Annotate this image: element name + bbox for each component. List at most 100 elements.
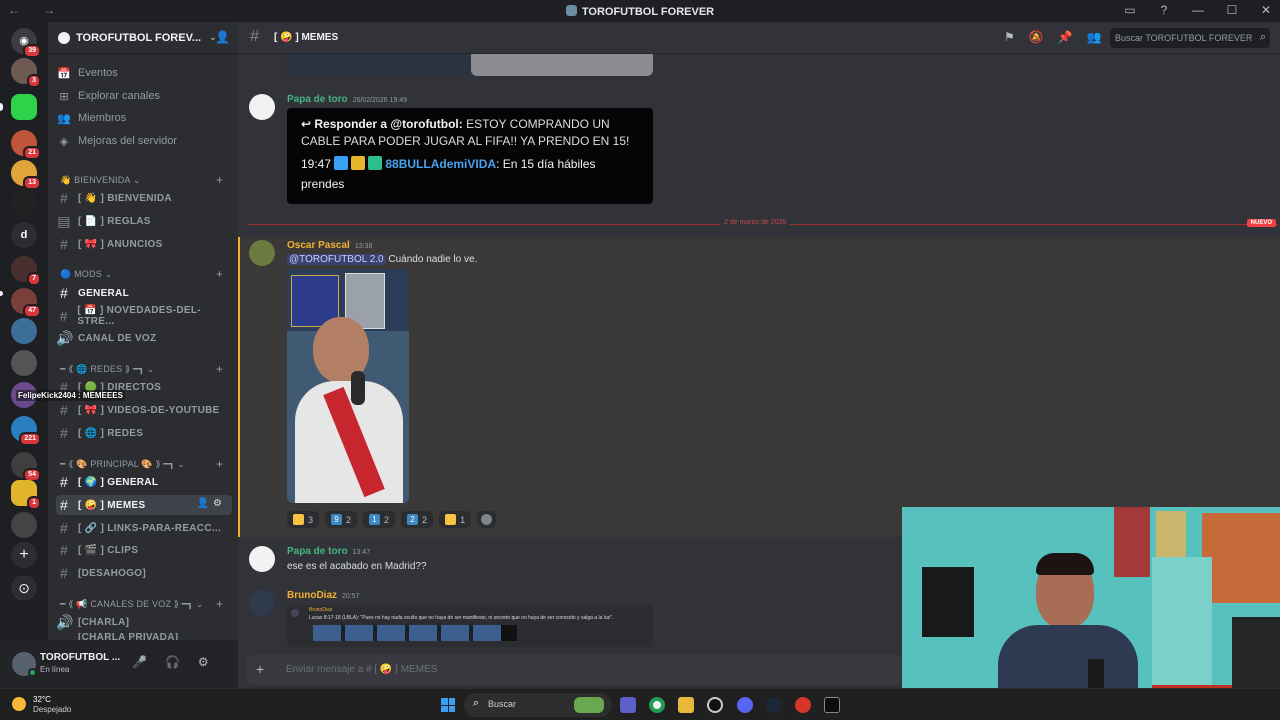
- windows-start-icon[interactable]: [441, 698, 455, 712]
- nav-browse-channels[interactable]: ⊞ Explorar canales: [56, 86, 232, 106]
- mute-icon[interactable]: 🔕: [1029, 30, 1044, 44]
- message-composer[interactable]: + Enviar mensaje a # [ 🤪 ] MEMES: [246, 655, 902, 685]
- channel-novedades[interactable]: #[ 📅 ] NOVEDADES-DEL-STRE...: [56, 305, 232, 327]
- add-reaction-button[interactable]: [477, 511, 497, 528]
- header-tools: ⚑ 🔕 📌 👥: [1004, 30, 1102, 44]
- server-icon[interactable]: [11, 190, 37, 216]
- channel-clips[interactable]: #[ 🎬 ] CLIPS: [56, 540, 232, 560]
- channel-videos-de-youtube[interactable]: #[ 🎀 ] VIDEOS-DE-YOUTUBE: [56, 400, 232, 420]
- search-input[interactable]: Buscar TOROFUTBOL FOREVER ⌕: [1110, 28, 1270, 48]
- laughing-emoji-icon: [293, 514, 304, 525]
- nav-events[interactable]: 📅 Eventos: [56, 63, 232, 83]
- channel-desahogo[interactable]: # [DESAHOGO]: [56, 563, 232, 583]
- server-icon[interactable]: [11, 318, 37, 344]
- category-canales-de-voz[interactable]: ━ ⟪ 📢 CANALES DE VOZ ⟫ ━┓ ⌄ +: [60, 597, 223, 611]
- add-channel-icon[interactable]: +: [216, 362, 223, 376]
- channel-bienvenida[interactable]: #[ 👋 ] BIENVENIDA: [56, 188, 232, 208]
- category-bienvenida[interactable]: 👋 BIENVENIDA ⌄ +: [60, 173, 223, 187]
- server-icon[interactable]: 13: [11, 160, 41, 190]
- inbox-icon[interactable]: ▭: [1122, 3, 1138, 17]
- reaction-one[interactable]: 12: [363, 511, 396, 528]
- channel-charla[interactable]: 🔊 [CHARLA]: [56, 612, 232, 632]
- taskbar-search-input[interactable]: ⌕ Buscar: [464, 693, 612, 717]
- teams-icon[interactable]: [620, 697, 636, 713]
- category-redes[interactable]: ━ ⟪ 🌐 REDES ⟫ ━┓ ⌄ +: [60, 362, 223, 376]
- invite-icon[interactable]: 👤: [215, 30, 230, 44]
- steam-icon[interactable]: [766, 697, 782, 713]
- selected-pill: [0, 103, 3, 111]
- add-server-icon[interactable]: +: [11, 542, 37, 568]
- avatar[interactable]: [249, 94, 275, 120]
- message-author[interactable]: Papa de toro 13:47: [287, 546, 370, 557]
- reaction-rofl[interactable]: 1: [439, 511, 472, 528]
- user-name[interactable]: TOROFUTBOL ...: [40, 652, 120, 663]
- category-principal[interactable]: ━ ⟪ 🎨 PRINCIPAL 🎨 ⟫ ━┓ ⌄ +: [60, 457, 223, 471]
- server-icon[interactable]: [11, 94, 37, 120]
- avatar[interactable]: [249, 546, 275, 572]
- attach-plus-icon[interactable]: +: [256, 661, 264, 677]
- obs-icon[interactable]: [707, 697, 723, 713]
- server-header[interactable]: TOROFUTBOL FOREV... ⌄ 👤: [48, 22, 238, 54]
- members-icon[interactable]: 👥: [1087, 30, 1102, 44]
- server-icon[interactable]: [11, 512, 37, 538]
- chrome-icon[interactable]: [649, 697, 665, 713]
- reaction-nine[interactable]: 92: [325, 511, 358, 528]
- mention[interactable]: @TOROFUTBOL 2.0: [287, 254, 386, 265]
- app-icon[interactable]: [795, 697, 811, 713]
- channel-redes[interactable]: #[ 🌐 ] REDES: [56, 423, 232, 443]
- message-embed[interactable]: BrunoDiaz Lucas 8:17-18 (LBLA): "Pues no…: [287, 605, 653, 647]
- nav-members[interactable]: 👥 Miembros: [56, 108, 232, 128]
- add-channel-icon[interactable]: +: [216, 597, 223, 611]
- channel-links[interactable]: #[ 🔗 ] LINKS-PARA-REACC...: [56, 518, 232, 538]
- file-explorer-icon[interactable]: [678, 697, 694, 713]
- message-author[interactable]: Papa de toro 26/02/2026 19:49: [287, 94, 407, 105]
- help-icon[interactable]: ?: [1156, 3, 1172, 17]
- server-icon[interactable]: 54: [11, 452, 41, 482]
- server-icon[interactable]: 1: [11, 480, 41, 510]
- server-icon[interactable]: 7: [11, 256, 41, 286]
- rofl-emoji-icon: [445, 514, 457, 525]
- avatar[interactable]: [249, 590, 275, 616]
- server-icon[interactable]: [11, 350, 37, 376]
- hash-icon: #: [59, 402, 69, 418]
- message-author[interactable]: BrunoDiaz 20:57: [287, 590, 360, 601]
- maximize-button[interactable]: ☐: [1224, 3, 1240, 17]
- discord-icon[interactable]: [737, 697, 753, 713]
- terminal-icon[interactable]: [824, 697, 840, 713]
- gear-icon[interactable]: ⚙: [198, 655, 209, 669]
- server-icon[interactable]: 3: [11, 58, 41, 88]
- server-icon[interactable]: 221: [11, 416, 41, 446]
- server-icon[interactable]: 21: [11, 130, 41, 160]
- close-button[interactable]: ✕: [1258, 3, 1274, 17]
- minimize-button[interactable]: —: [1190, 3, 1206, 17]
- channel-memes[interactable]: #[ 🤪 ] MEMES 👤⚙: [56, 495, 232, 515]
- channel-general[interactable]: #[ 🌍 ] GENERAL: [56, 472, 232, 492]
- discover-icon[interactable]: ⊙: [11, 575, 37, 601]
- add-channel-icon[interactable]: +: [216, 457, 223, 471]
- avatar[interactable]: [249, 240, 275, 266]
- direct-messages-icon[interactable]: ◉ 39: [11, 28, 41, 58]
- server-badge: 47: [23, 304, 41, 318]
- nav-server-boosts[interactable]: ◈ Mejoras del servidor: [56, 131, 232, 151]
- channel-reglas[interactable]: ▤[ 📄 ] REGLAS: [56, 211, 232, 231]
- pin-icon[interactable]: 📌: [1058, 30, 1073, 44]
- threads-icon[interactable]: ⚑: [1004, 30, 1015, 44]
- channel-canal-de-voz[interactable]: 🔊 CANAL DE VOZ: [56, 328, 232, 348]
- attachment-image[interactable]: [287, 269, 409, 503]
- channel-general-mods[interactable]: # GENERAL: [56, 283, 232, 303]
- attachment-image[interactable]: [287, 54, 471, 76]
- hash-icon: #: [59, 236, 69, 252]
- headphones-icon[interactable]: 🎧: [165, 655, 180, 669]
- add-channel-icon[interactable]: +: [216, 267, 223, 281]
- channel-anuncios[interactable]: #[ 🎀 ] ANUNCIOS: [56, 234, 232, 254]
- server-icon[interactable]: d: [11, 222, 37, 248]
- reaction-laugh[interactable]: 3: [287, 511, 320, 528]
- attachment-image[interactable]: [471, 54, 653, 76]
- channel-settings-icons[interactable]: 👤⚙: [197, 498, 226, 509]
- message-author[interactable]: Oscar Pascal 13:38: [287, 240, 372, 251]
- category-mods[interactable]: 🔵 MODS ⌄ +: [60, 267, 223, 281]
- reaction-two[interactable]: 22: [401, 511, 434, 528]
- microphone-icon[interactable]: 🎤: [132, 655, 147, 669]
- add-channel-icon[interactable]: +: [216, 173, 223, 187]
- server-icon[interactable]: 47: [11, 288, 41, 318]
